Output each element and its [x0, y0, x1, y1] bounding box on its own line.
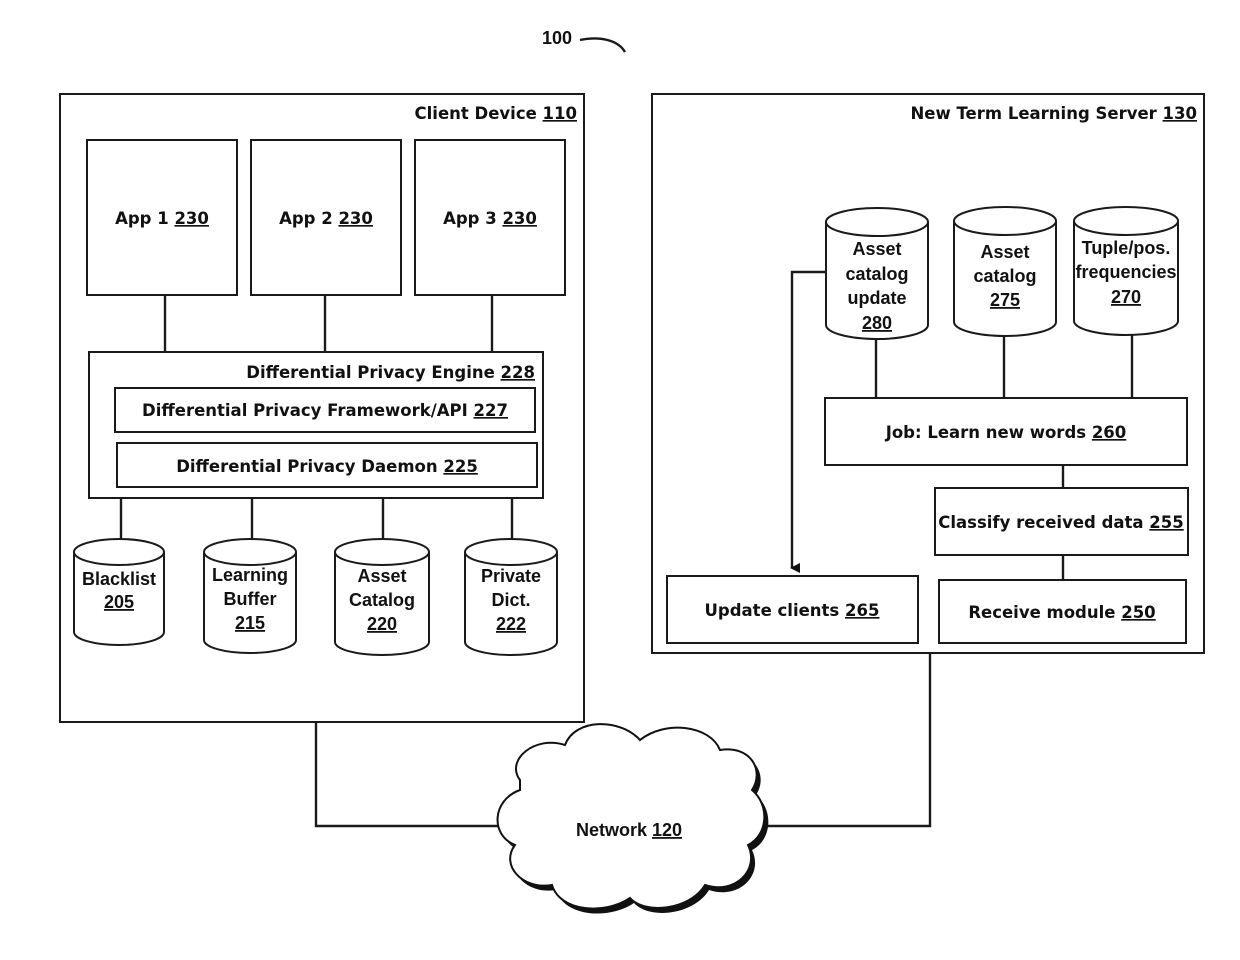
app-1-label: App 1 230	[115, 209, 209, 228]
figure-ref: 100	[542, 28, 572, 48]
figure-ref-leader	[579, 37, 627, 53]
tuple-frequencies-store: Tuple/pos. frequencies 270	[1073, 206, 1179, 336]
network-cloud-shape	[496, 723, 766, 910]
asset-catalog-label-1: Asset	[357, 566, 406, 586]
app-1: App 1 230	[86, 139, 238, 296]
private-dict-ref: 222	[496, 614, 526, 634]
client-device: Client Device 110 App 1 230 App 2 230 Ap…	[59, 93, 585, 723]
network-label: Network 120	[576, 820, 682, 840]
classify-received-data: Classify received data 255	[934, 487, 1189, 556]
update-clients: Update clients 265	[666, 575, 919, 644]
asset-catalog-update-ref: 280	[862, 313, 892, 333]
job-learn-new-words: Job: Learn new words 260	[824, 397, 1188, 466]
server-asset-catalog-ref: 275	[990, 290, 1020, 310]
app-2: App 2 230	[250, 139, 402, 296]
dp-framework-label: Differential Privacy Framework/API 227	[142, 401, 508, 420]
server-title: New Term Learning Server 130	[911, 104, 1198, 123]
client-network-link	[314, 722, 498, 828]
server-asset-catalog-label-1: Asset	[980, 242, 1029, 262]
server-asset-catalog-store: Asset catalog 275	[953, 206, 1057, 337]
update-clients-label: Update clients 265	[705, 601, 880, 620]
job-learn-new-words-label: Job: Learn new words 260	[885, 423, 1127, 442]
tuple-frequencies-label-1: Tuple/pos.	[1082, 238, 1171, 258]
dp-daemon: Differential Privacy Daemon 225	[116, 442, 538, 488]
asset-catalog-update-label-2: catalog	[845, 264, 908, 284]
app-3: App 3 230	[414, 139, 566, 296]
new-term-learning-server: New Term Learning Server 130 Asset catal…	[651, 93, 1205, 654]
blacklist-store: Blacklist 205	[73, 538, 165, 646]
asset-catalog-label-2: Catalog	[349, 590, 415, 610]
learning-buffer-store: Learning Buffer 215	[203, 538, 297, 654]
dp-framework: Differential Privacy Framework/API 227	[114, 387, 536, 433]
system-diagram: 100 Client Device 110 App 1 230 App 2 23…	[59, 28, 1205, 914]
asset-catalog-ref: 220	[367, 614, 397, 634]
asset-catalog-store: Asset Catalog 220	[334, 538, 430, 656]
dp-daemon-label: Differential Privacy Daemon 225	[176, 457, 478, 476]
private-dict-label-1: Private	[481, 566, 541, 586]
learning-buffer-label-2: Buffer	[224, 589, 277, 609]
learning-buffer-label-1: Learning	[212, 565, 288, 585]
app-3-label: App 3 230	[443, 209, 537, 228]
tuple-frequencies-ref: 270	[1111, 287, 1141, 307]
network-cloud: Network 120	[496, 723, 769, 914]
dp-engine-title: Differential Privacy Engine 228	[246, 363, 535, 382]
private-dict-store: Private Dict. 222	[464, 538, 558, 656]
app-2-label: App 2 230	[279, 209, 373, 228]
tuple-frequencies-label-2: frequencies	[1075, 262, 1176, 282]
asset-catalog-update-store: Asset catalog update 280	[825, 207, 929, 340]
asset-catalog-update-label-3: update	[847, 288, 906, 308]
blacklist-label: Blacklist	[82, 569, 156, 589]
blacklist-ref: 205	[104, 592, 134, 612]
server-network-link	[758, 653, 932, 828]
server-frame	[651, 93, 1205, 654]
receive-module-label: Receive module 250	[968, 603, 1155, 622]
classify-received-data-label: Classify received data 255	[938, 513, 1184, 532]
server-asset-catalog-label-2: catalog	[973, 266, 1036, 286]
receive-module: Receive module 250	[938, 579, 1187, 644]
learning-buffer-ref: 215	[235, 613, 265, 633]
client-device-title: Client Device 110	[415, 104, 577, 123]
asset-catalog-update-label-1: Asset	[852, 239, 901, 259]
private-dict-label-2: Dict.	[491, 590, 530, 610]
